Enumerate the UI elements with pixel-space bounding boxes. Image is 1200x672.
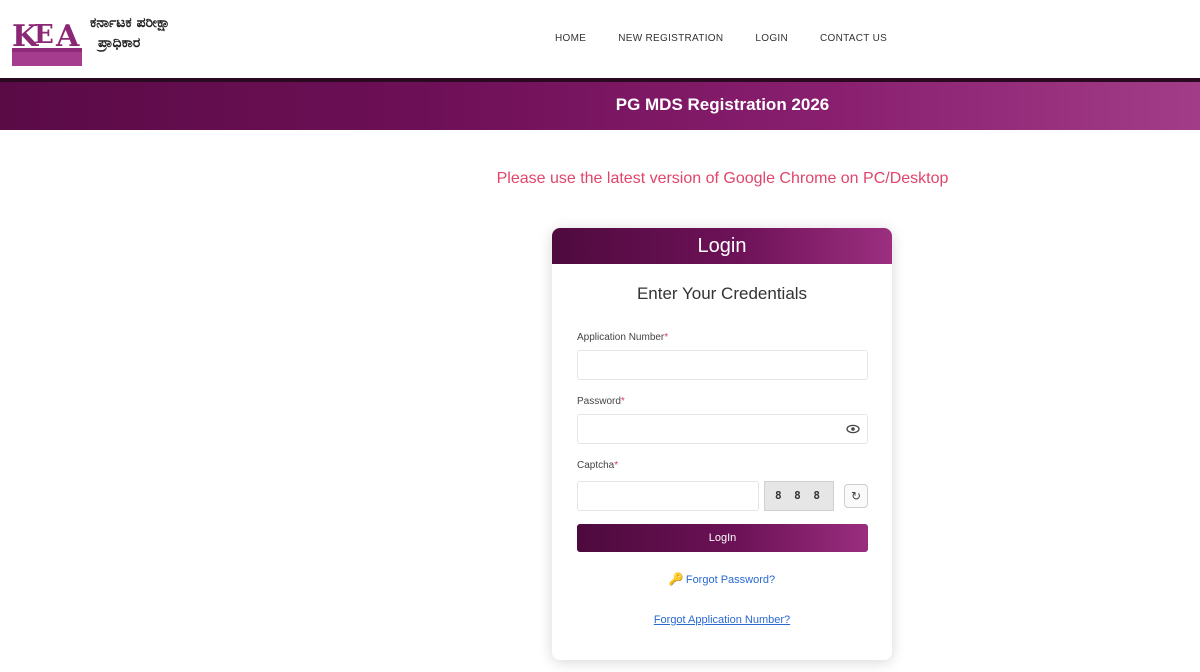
forgot-password-text[interactable]: Forgot Password? — [686, 574, 775, 586]
forgot-application-link[interactable]: Forgot Application Number? — [552, 614, 892, 626]
page-title: PG MDS Registration 2026 — [615, 95, 830, 114]
nav-home[interactable]: HOME — [555, 33, 586, 44]
login-card-title: Login — [552, 228, 892, 264]
password-field-wrap — [577, 414, 868, 444]
nav-contact-us[interactable]: CONTACT US — [820, 33, 887, 44]
required-mark: * — [614, 460, 619, 471]
captcha-label: Captcha* — [577, 460, 618, 471]
captcha-input[interactable] — [577, 481, 759, 511]
login-card-subtitle: Enter Your Credentials — [636, 284, 808, 303]
nav-login[interactable]: LOGIN — [755, 33, 788, 44]
forgot-application-text[interactable]: Forgot Application Number? — [654, 614, 790, 626]
required-mark: * — [664, 332, 669, 343]
captcha-label-text: Captcha — [577, 460, 615, 471]
application-number-label-text: Application Number — [577, 332, 665, 343]
required-mark: * — [620, 396, 625, 407]
logo-text-line1: ಕರ್ನಾಟಕ ಪರೀಕ್ಷಾ — [90, 15, 171, 31]
kea-logo[interactable]: K E A — [12, 8, 84, 68]
password-input[interactable] — [577, 414, 868, 444]
svg-text:E: E — [34, 20, 54, 50]
refresh-captcha-button[interactable]: ↻ — [844, 484, 868, 508]
forgot-password-link[interactable]: 🔑 Forgot Password? — [552, 572, 892, 586]
eye-icon[interactable] — [846, 422, 860, 436]
nav-new-registration[interactable]: NEW REGISTRATION — [618, 33, 723, 44]
site-header: K E A ಕರ್ನಾಟಕ ಪರೀಕ್ಷಾ ಪ್ರಾಧಿಕಾರ HOME NEW… — [0, 0, 1200, 78]
key-icon: 🔑 — [668, 572, 684, 586]
password-label: Password* — [577, 396, 625, 407]
refresh-icon: ↻ — [850, 489, 862, 503]
login-button[interactable]: LogIn — [577, 524, 868, 552]
password-label-text: Password — [577, 396, 621, 407]
main-nav: HOME NEW REGISTRATION LOGIN CONTACT US — [555, 33, 887, 44]
page-banner: PG MDS Registration 2026 — [0, 82, 1200, 130]
application-number-input[interactable] — [577, 350, 868, 380]
captcha-image: 8 8 8 — [764, 481, 834, 511]
application-number-label: Application Number* — [577, 332, 668, 343]
logo-text-line2: ಪ್ರಾಧಿಕಾರ — [98, 35, 141, 51]
svg-text:A: A — [55, 19, 80, 54]
logo-text: ಕರ್ನಾಟಕ ಪರೀಕ್ಷಾ ಪ್ರಾಧಿಕಾರ — [90, 13, 170, 53]
login-card: Login Enter Your Credentials Application… — [552, 228, 892, 660]
browser-notice: Please use the latest version of Google … — [496, 170, 949, 187]
